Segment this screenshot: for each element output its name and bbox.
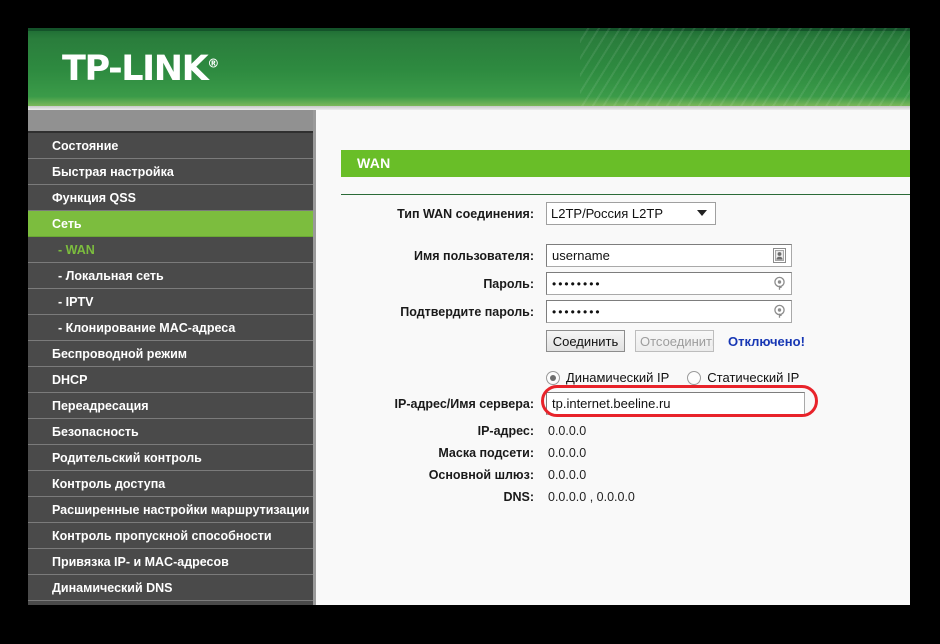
form-spacer	[319, 230, 910, 244]
sidebar-item[interactable]: Родительский контроль	[28, 445, 313, 471]
password-confirm-row: Подтвердите пароль:	[319, 300, 910, 323]
wan-type-row: Тип WAN соединения: L2TP/Россия L2TP	[319, 202, 910, 225]
sidebar-item[interactable]: Системные инструменты	[28, 601, 313, 605]
sidebar-item[interactable]: - Клонирование MAC-адреса	[28, 315, 313, 341]
sidebar-item[interactable]: Функция QSS	[28, 185, 313, 211]
sidebar-item[interactable]: Расширенные настройки маршрутизации	[28, 497, 313, 523]
readonly-label: DNS:	[503, 490, 534, 504]
sidebar-item[interactable]: Контроль пропускной способности	[28, 523, 313, 549]
sidebar-item[interactable]: Безопасность	[28, 419, 313, 445]
sidebar-item[interactable]: Переадресация	[28, 393, 313, 419]
main-content: WAN Тип WAN соединения: L2TP/Россия L2TP	[319, 110, 910, 605]
header-diagonal-stripes-decoration	[580, 28, 910, 106]
header-top-accent-line	[28, 28, 910, 31]
username-row: Имя пользователя:	[319, 244, 910, 267]
sidebar-top-strip	[28, 110, 313, 133]
dynamic-ip-radio[interactable]	[546, 370, 560, 385]
sidebar-item[interactable]: Беспроводной режим	[28, 341, 313, 367]
sidebar-item[interactable]: Сеть	[28, 211, 313, 237]
sidebar-item[interactable]: - WAN	[28, 237, 313, 263]
router-admin-page: TP-LINK® Состояние Быстрая настройка Функц…	[28, 28, 910, 605]
disconnect-button: Отсоединить	[635, 330, 714, 352]
sidebar-item[interactable]: Динамический DNS	[28, 575, 313, 601]
sidebar-item[interactable]: - IPTV	[28, 289, 313, 315]
readonly-row: DNS: 0.0.0.0 , 0.0.0.0	[319, 490, 910, 504]
readonly-label: Маска подсети:	[438, 446, 534, 460]
sidebar-item[interactable]: Привязка IP- и MAC-адресов	[28, 549, 313, 575]
ip-mode-radio-group: Динамический IP Статический IP	[546, 370, 817, 385]
server-address-input[interactable]	[546, 392, 805, 415]
readonly-label: Основной шлюз:	[428, 468, 534, 482]
readonly-value: 0.0.0.0	[548, 446, 587, 460]
connection-status-text: Отключено!	[728, 333, 805, 349]
tplink-logo: TP-LINK®	[62, 49, 219, 89]
sidebar-item[interactable]: Состояние	[28, 133, 313, 159]
wan-type-label: Тип WAN соединения:	[397, 206, 534, 221]
navigation-sidebar: Состояние Быстрая настройка Функция QSS Сет…	[28, 110, 316, 605]
dynamic-ip-label: Динамический IP	[566, 370, 670, 385]
readonly-value: 0.0.0.0	[548, 468, 587, 482]
dynamic-ip-option[interactable]: Динамический IP	[546, 370, 669, 385]
wan-type-select[interactable]: L2TP/Россия L2TP	[546, 202, 716, 225]
readonly-row: Основной шлюз: 0.0.0.0	[319, 468, 910, 482]
password-input[interactable]	[546, 272, 792, 295]
server-address-field	[546, 392, 805, 415]
readonly-info-list: IP-адрес: 0.0.0.0 Маска подсети: 0.0.0.0 Осн…	[319, 424, 910, 504]
connection-buttons: Соединить Отсоединить Отключено!	[546, 330, 805, 352]
server-address-row: IP-адрес/Имя сервера:	[319, 385, 910, 417]
page-title: WAN	[341, 150, 910, 177]
password-field	[546, 272, 792, 295]
readonly-label: IP-адрес:	[477, 424, 534, 438]
server-address-label: IP-адрес/Имя сервера:	[394, 396, 534, 411]
static-ip-label: Статический IP	[707, 370, 800, 385]
logo-text: TP-LINK	[62, 49, 209, 89]
password-confirm-label: Подтвердите пароль:	[400, 304, 534, 319]
site-header: TP-LINK®	[28, 28, 910, 106]
sidebar-item[interactable]: DHCP	[28, 367, 313, 393]
username-input[interactable]	[546, 244, 792, 267]
page-body: Состояние Быстрая настройка Функция QSS Сет…	[28, 110, 910, 605]
registered-trademark-mark: ®	[207, 56, 220, 71]
wan-settings-form: Тип WAN соединения: L2TP/Россия L2TP Имя…	[319, 202, 910, 512]
username-label: Имя пользователя:	[414, 248, 534, 263]
sidebar-menu: Состояние Быстрая настройка Функция QSS Сет…	[28, 133, 313, 605]
username-field	[546, 244, 792, 267]
connection-buttons-row: Соединить Отсоединить Отключено!	[319, 330, 910, 352]
static-ip-radio[interactable]	[687, 370, 702, 385]
readonly-value: 0.0.0.0	[548, 424, 587, 438]
ip-mode-row: Динамический IP Статический IP	[319, 370, 910, 385]
password-row: Пароль:	[319, 272, 910, 295]
readonly-row: IP-адрес: 0.0.0.0	[319, 424, 910, 438]
sidebar-item[interactable]: Быстрая настройка	[28, 159, 313, 185]
sidebar-item[interactable]: Контроль доступа	[28, 471, 313, 497]
password-confirm-field	[546, 300, 792, 323]
readonly-value: 0.0.0.0 , 0.0.0.0	[548, 490, 635, 504]
wan-type-select-wrapper[interactable]: L2TP/Россия L2TP	[546, 202, 716, 225]
password-confirm-input[interactable]	[546, 300, 792, 323]
readonly-row: Маска подсети: 0.0.0.0	[319, 446, 910, 460]
sidebar-item[interactable]: - Локальная сеть	[28, 263, 313, 289]
password-label: Пароль:	[483, 276, 534, 291]
connect-button[interactable]: Соединить	[546, 330, 625, 352]
static-ip-option[interactable]: Статический IP	[687, 370, 799, 385]
section-divider	[341, 194, 910, 195]
wan-type-field: L2TP/Россия L2TP	[546, 202, 716, 225]
